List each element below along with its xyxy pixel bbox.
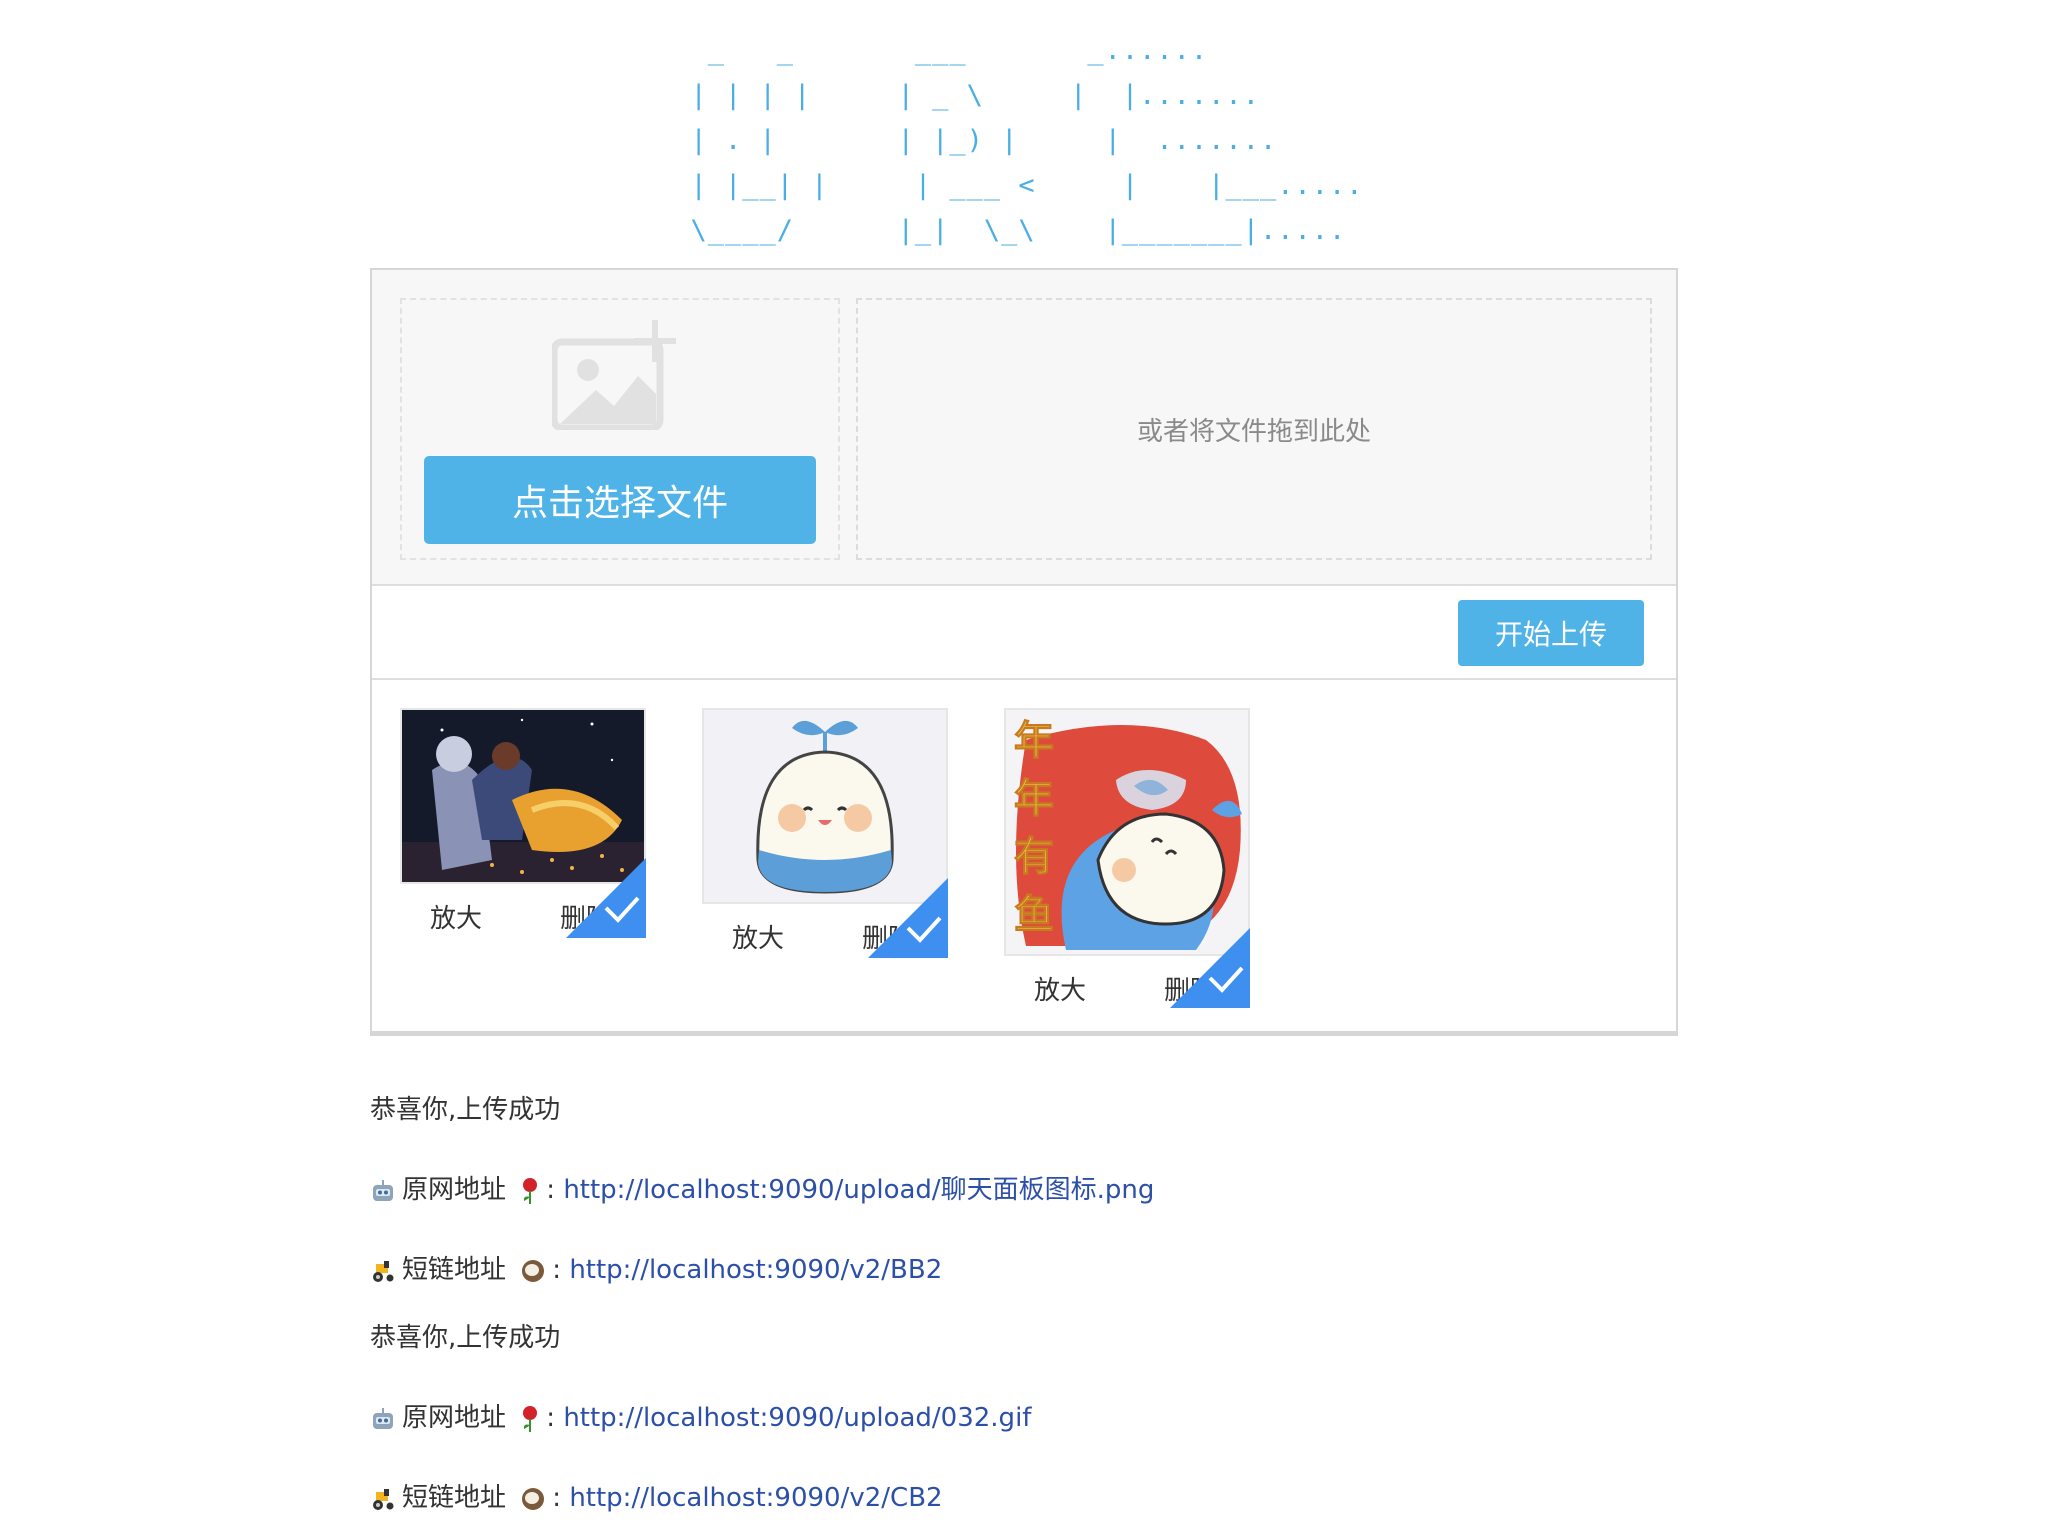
original-url-link[interactable]: http://localhost:9090/upload/聊天面板图标.png [563, 1175, 1154, 1205]
short-url-line: 短链地址 : http://localhost:9090/v2/BB2 [370, 1250, 942, 1290]
robot-emoji-icon [370, 1406, 396, 1432]
short-url-link[interactable]: http://localhost:9090/v2/CB2 [569, 1483, 942, 1513]
coconut-emoji-icon [520, 1258, 546, 1284]
select-file-button[interactable]: 点击选择文件 [424, 456, 816, 544]
ascii-logo-text: _ _ ___ _...... | | | | | _ \ | |.......… [690, 35, 1364, 246]
start-upload-button[interactable]: 开始上传 [1458, 600, 1644, 666]
file-item: 放大 删除 [400, 708, 646, 938]
short-url-link[interactable]: http://localhost:9090/v2/BB2 [569, 1255, 942, 1285]
original-url-line: 原网地址 : http://localhost:9090/upload/032.… [370, 1398, 1031, 1438]
check-corner-icon [566, 858, 646, 938]
rose-emoji-icon [520, 1177, 540, 1205]
file-picker-box[interactable]: 点击选择文件 [400, 298, 840, 560]
tractor-emoji-icon [370, 1258, 396, 1284]
drop-hint: 或者将文件拖到此处 [1136, 416, 1371, 447]
zoom-button[interactable]: 放大 [430, 898, 482, 935]
original-url-label: 原网地址 [402, 1175, 507, 1205]
tractor-emoji-icon [370, 1486, 396, 1512]
success-message: 恭喜你,上传成功 [370, 1323, 561, 1353]
action-bar: 开始上传 [372, 586, 1676, 680]
zoom-button[interactable]: 放大 [732, 918, 784, 955]
success-message: 恭喜你,上传成功 [370, 1095, 561, 1125]
rose-emoji-icon [520, 1405, 540, 1433]
short-url-line: 短链地址 : http://localhost:9090/v2/CB2 [370, 1478, 943, 1518]
coconut-emoji-icon [520, 1486, 546, 1512]
thumb-text: 年年有鱼 [1014, 718, 1055, 939]
short-url-label: 短链地址 [402, 1483, 507, 1513]
robot-emoji-icon [370, 1178, 396, 1204]
file-item: 年年有鱼 放大 删除 [1004, 708, 1250, 1008]
original-url-link[interactable]: http://localhost:9090/upload/032.gif [563, 1403, 1031, 1433]
file-item: 放大 删除 [702, 708, 948, 958]
original-url-line: 原网地址 : http://localhost:9090/upload/聊天面板… [370, 1170, 1154, 1210]
image-add-icon [550, 320, 682, 434]
file-list: 放大 删除 [372, 680, 1676, 1030]
uploader-panel: 点击选择文件 或者将文件拖到此处 开始上传 放大 放大 年年有鱼 放大 [370, 268, 1678, 1036]
drop-zone[interactable]: 或者将文件拖到此处 [856, 298, 1652, 560]
ascii-logo: _ _ ___ _...... | | | | | _ \ | |.......… [0, 28, 2054, 253]
short-url-label: 短链地址 [402, 1255, 507, 1285]
pick-area: 点击选择文件 或者将文件拖到此处 [372, 270, 1676, 586]
original-url-label: 原网地址 [402, 1403, 507, 1433]
check-corner-icon [1170, 928, 1250, 1008]
file-thumbnail [702, 708, 948, 904]
zoom-button[interactable]: 放大 [1034, 970, 1086, 1007]
file-thumbnail: 年年有鱼 [1004, 708, 1250, 956]
check-corner-icon [868, 878, 948, 958]
